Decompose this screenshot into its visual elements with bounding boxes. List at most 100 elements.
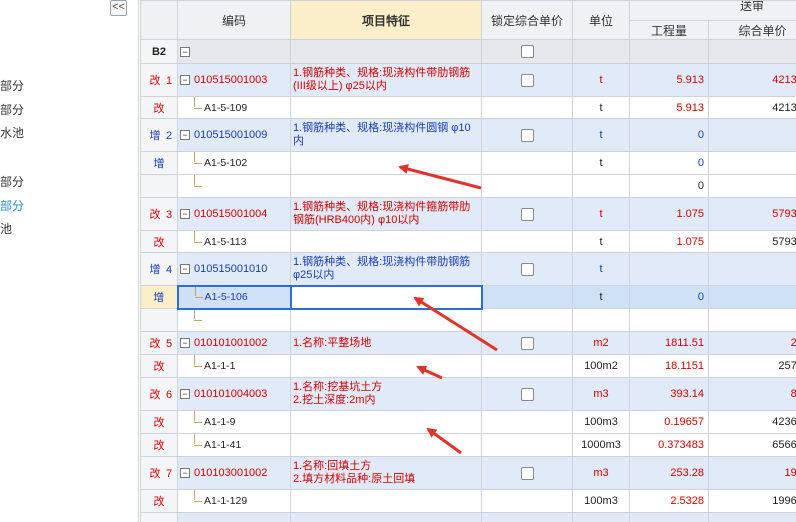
row-header[interactable]: 增: [140, 285, 178, 309]
unit-cell[interactable]: t: [572, 151, 630, 175]
quota-row[interactable]: 改 A1-1-129 100m32.53281996.47: [140, 489, 796, 513]
sidebar-item[interactable]: 部分: [0, 77, 24, 94]
row-header[interactable]: [140, 512, 178, 522]
row-header[interactable]: [140, 308, 178, 332]
qty-cell[interactable]: 5.913: [629, 63, 709, 97]
bill-item-row[interactable]: 改 3−010515001004 1.钢筋种类、规格:现浇构件箍筋带肋钢筋(HRB4…: [140, 197, 796, 231]
row-header[interactable]: 改1: [140, 63, 178, 97]
unit-cell[interactable]: m3: [572, 377, 630, 411]
feature-cell[interactable]: [289, 284, 483, 310]
unit-cell[interactable]: m2: [572, 331, 630, 355]
row-header[interactable]: 改7: [140, 456, 178, 490]
price-cell[interactable]: 0: [707, 151, 796, 175]
qty-cell[interactable]: 253.28: [629, 456, 709, 490]
price-cell[interactable]: 0: [707, 174, 796, 198]
code-cell[interactable]: A1-5-102: [177, 151, 291, 175]
collapse-tree-icon[interactable]: −: [180, 130, 190, 141]
collapse-tree-icon[interactable]: −: [180, 209, 190, 220]
qty-cell[interactable]: 5.913: [629, 96, 709, 119]
col-header-price[interactable]: 综合单价: [707, 20, 796, 40]
qty-cell[interactable]: 0: [629, 118, 709, 152]
qty-cell[interactable]: 2.5328: [629, 489, 709, 513]
row-header[interactable]: 改: [140, 96, 178, 119]
row-header[interactable]: 增2: [140, 118, 178, 152]
bill-item-row[interactable]: −1.名称:余土外运: [140, 512, 796, 522]
price-cell[interactable]: 0: [707, 118, 796, 152]
row-header[interactable]: [140, 174, 178, 198]
collapse-tree-icon[interactable]: −: [180, 468, 190, 479]
price-cell[interactable]: 8.36: [707, 377, 796, 411]
feature-cell[interactable]: [290, 410, 482, 434]
group-row-b2[interactable]: B2 −: [140, 39, 796, 64]
code-cell[interactable]: A1-1-41: [177, 433, 291, 457]
collapse-tree-icon[interactable]: −: [180, 75, 190, 86]
feature-cell[interactable]: 1.钢筋种类、规格:现浇构件带肋钢筋(III级以上) φ25以内: [290, 63, 482, 97]
qty-cell[interactable]: 0: [629, 285, 709, 309]
lock-checkbox[interactable]: [520, 466, 534, 480]
col-header-feature[interactable]: 项目特征: [290, 0, 482, 40]
unit-cell[interactable]: t: [572, 230, 630, 253]
row-header[interactable]: 增4: [140, 252, 178, 286]
feature-cell[interactable]: 1.钢筋种类、规格:现浇构件带肋钢筋 φ25以内: [290, 252, 482, 286]
row-header[interactable]: 改3: [140, 197, 178, 231]
price-cell[interactable]: 4213.36: [707, 63, 796, 97]
lock-checkbox[interactable]: [520, 73, 534, 87]
code-cell[interactable]: [177, 174, 291, 198]
feature-cell[interactable]: 1.钢筋种类、规格:现浇构件箍筋带肋钢筋(HRB400内) φ10以内: [290, 197, 482, 231]
feature-cell[interactable]: [290, 151, 482, 175]
price-cell[interactable]: 0: [707, 285, 796, 309]
price-cell[interactable]: [707, 252, 796, 286]
unit-cell[interactable]: 100m2: [572, 354, 630, 378]
col-header-qty[interactable]: 工程量: [629, 20, 709, 40]
bill-item-row[interactable]: 增2−0105150010091.钢筋种类、规格:现浇构件圆钢 φ10内t00: [140, 118, 796, 152]
price-cell[interactable]: 19.96: [707, 456, 796, 490]
price-cell[interactable]: 4213.36: [707, 96, 796, 119]
qty-cell[interactable]: 0: [629, 174, 709, 198]
lock-checkbox[interactable]: [520, 336, 534, 350]
code-cell[interactable]: −010515001004: [177, 197, 291, 231]
unit-cell[interactable]: t: [572, 252, 630, 286]
code-cell[interactable]: A1-1-1: [177, 354, 291, 378]
sidebar-item[interactable]: 池: [0, 220, 12, 237]
code-cell[interactable]: −010101004003: [177, 377, 291, 411]
collapse-sidebar-button[interactable]: <<: [110, 0, 127, 16]
qty-cell[interactable]: 18.1151: [629, 354, 709, 378]
code-cell[interactable]: −010515001010: [177, 252, 291, 286]
col-header-code[interactable]: 编码: [177, 0, 291, 40]
unit-cell[interactable]: 100m3: [572, 410, 630, 434]
feature-cell[interactable]: 1.名称:回填土方 2.填方材料品种:原土回填: [290, 456, 482, 490]
price-cell[interactable]: 2.58: [707, 331, 796, 355]
feature-cell[interactable]: 1.名称:挖基坑土方 2.挖土深度:2m内: [290, 377, 482, 411]
price-cell[interactable]: 4236.22: [707, 410, 796, 434]
sidebar-item-active[interactable]: 部分: [0, 197, 24, 214]
code-cell[interactable]: −010515001003: [177, 63, 291, 97]
code-cell[interactable]: −010101001002: [177, 331, 291, 355]
price-cell[interactable]: 1996.47: [707, 489, 796, 513]
row-header[interactable]: 改: [140, 230, 178, 253]
qty-cell[interactable]: 1.075: [629, 197, 709, 231]
code-cell[interactable]: A1-5-106: [176, 284, 291, 310]
unit-cell[interactable]: m3: [572, 456, 630, 490]
unit-cell[interactable]: [572, 512, 630, 522]
price-cell[interactable]: [707, 512, 796, 522]
row-header[interactable]: 改: [140, 410, 178, 434]
qty-cell[interactable]: 1.075: [629, 230, 709, 253]
row-header[interactable]: 改5: [140, 331, 178, 355]
qty-cell[interactable]: 0.19657: [629, 410, 709, 434]
price-cell[interactable]: 257.94: [707, 354, 796, 378]
price-cell[interactable]: 6566.07: [707, 433, 796, 457]
bill-item-row[interactable]: 改5−0101010010021.名称:平整场地m21811.512.58: [140, 331, 796, 355]
bill-item-row[interactable]: 改 6−010101004003 1.名称:挖基坑土方 2.挖土深度:2m内 m3 39…: [140, 377, 796, 411]
unit-cell[interactable]: [572, 174, 630, 198]
feature-cell[interactable]: [290, 174, 482, 198]
row-header[interactable]: 改: [140, 354, 178, 378]
sidebar-item[interactable]: 部分: [0, 101, 24, 118]
col-header-unit[interactable]: 单位: [572, 0, 630, 40]
feature-cell[interactable]: [290, 433, 482, 457]
price-cell[interactable]: [707, 308, 796, 332]
quota-row[interactable]: 增A1-5-102t00: [140, 151, 796, 175]
lock-checkbox[interactable]: [520, 128, 534, 142]
code-cell[interactable]: −: [177, 512, 291, 522]
qty-cell[interactable]: [629, 252, 709, 286]
quota-row[interactable]: 改 A1-1-1 100m218.1151257.94: [140, 354, 796, 378]
